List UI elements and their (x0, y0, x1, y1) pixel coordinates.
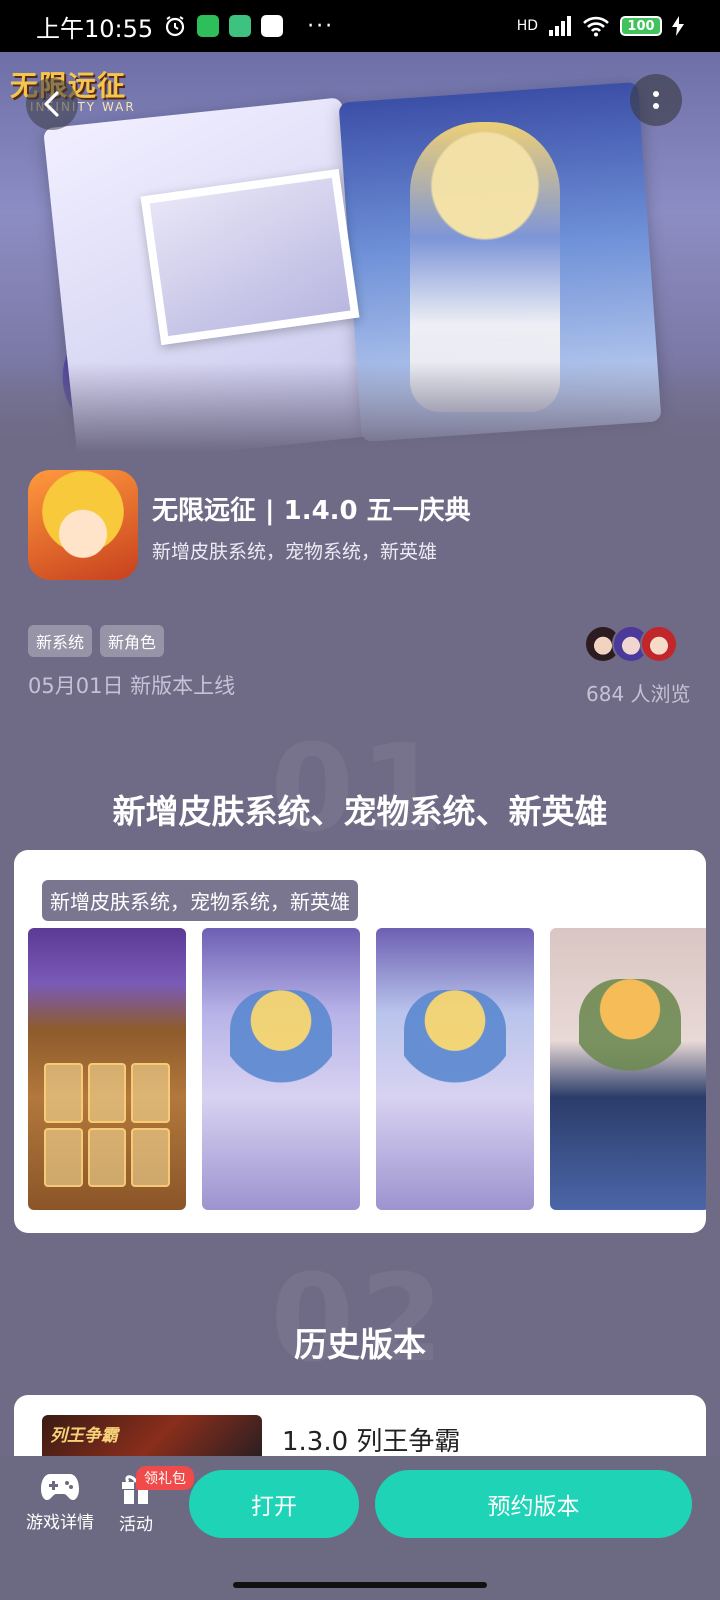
avatar (640, 625, 678, 663)
tag-list: 新系统 新角色 (28, 625, 165, 657)
charging-icon (672, 16, 684, 36)
more-vertical-icon (653, 91, 659, 109)
more-notifications-icon: ··· (307, 13, 335, 39)
screenshot-thumbnail[interactable] (376, 928, 534, 1210)
history-version-title: 1.3.0 列王争霸 (282, 1427, 461, 1457)
home-indicator[interactable] (233, 1582, 487, 1588)
house-app-icon (229, 15, 252, 37)
nav-activity-label: 活动 (119, 1515, 153, 1535)
section-title: 新增皮肤系统、宠物系统、新英雄 (112, 792, 608, 831)
signal-icon (549, 16, 571, 36)
app-title: 无限远征 | 1.4.0 五一庆典 (152, 496, 471, 526)
status-icons-left: ··· (163, 14, 334, 39)
screenshot-character-art (578, 978, 682, 1081)
screenshot-thumbnail[interactable] (202, 928, 360, 1210)
chevron-left-icon (44, 91, 59, 117)
wifi-icon (583, 16, 609, 37)
gift-badge: 领礼包 (136, 1466, 194, 1490)
screenshot-carousel[interactable] (28, 928, 706, 1210)
alarm-icon (166, 16, 185, 37)
network-label: HD (516, 18, 538, 34)
screenshot-thumbnail[interactable] (28, 928, 186, 1210)
qq-icon (261, 15, 284, 37)
reserve-version-button[interactable]: 预约版本 (375, 1470, 692, 1538)
status-time: 上午10:55 (36, 14, 154, 43)
view-count: 684 人浏览 (586, 682, 691, 706)
hero-banner: 无限远征 INFINITY WAR (0, 52, 720, 452)
gamepad-icon (41, 1474, 79, 1500)
home-app-icon (197, 15, 220, 37)
status-icons-right: HD 100 (517, 15, 684, 37)
screenshot-hero-grid (43, 1063, 171, 1188)
hero-photo-art (140, 168, 360, 346)
game-app-icon (28, 470, 138, 580)
nav-game-details[interactable]: 游戏详情 (26, 1470, 94, 1533)
status-bar: 上午10:55 ··· HD 100 (0, 0, 720, 52)
tag-item: 新系统 (28, 625, 93, 657)
app-subtitle: 新增皮肤系统，宠物系统，新英雄 (152, 541, 438, 563)
section-title: 历史版本 (294, 1325, 426, 1364)
feature-card-tag: 新增皮肤系统，宠物系统，新英雄 (42, 880, 358, 921)
open-button[interactable]: 打开 (189, 1470, 359, 1538)
tag-item: 新角色 (100, 625, 165, 657)
back-button[interactable] (26, 78, 78, 130)
screenshot-character-art (404, 990, 506, 1092)
nav-game-details-label: 游戏详情 (26, 1513, 94, 1533)
screenshot-thumbnail[interactable] (550, 928, 706, 1210)
release-date: 05月01日 新版本上线 (28, 674, 236, 698)
more-options-button[interactable] (630, 74, 682, 126)
history-thumbnail-text: 列王争霸 (50, 1426, 118, 1446)
hero-fade (0, 362, 720, 452)
battery-icon: 100 (620, 16, 662, 36)
viewer-avatars (584, 625, 678, 663)
screenshot-character-art (230, 990, 332, 1092)
feature-card: 新增皮肤系统，宠物系统，新英雄 (14, 850, 706, 1233)
